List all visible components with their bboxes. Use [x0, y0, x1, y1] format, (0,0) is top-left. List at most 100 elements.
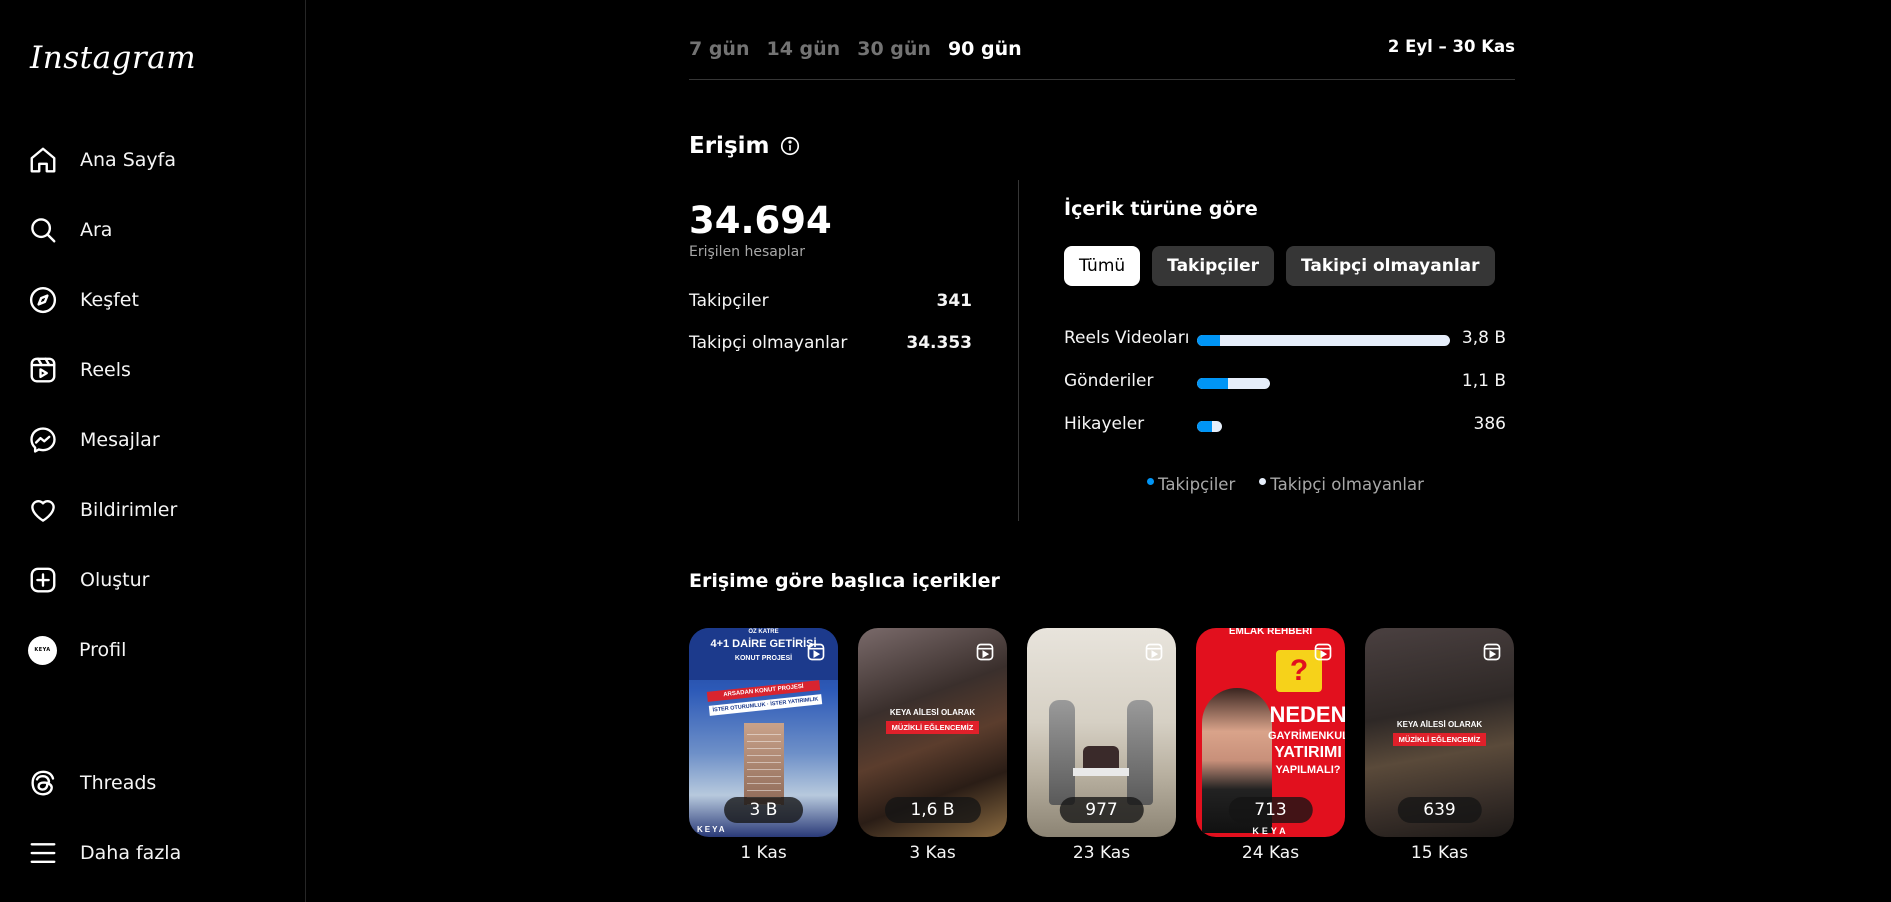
nav-create-label: Oluştur — [80, 569, 150, 591]
reach-count: 977 — [1059, 797, 1144, 823]
bar-track — [1197, 378, 1270, 389]
top-content-list: ÖZ KATRE 4+1 DAİRE GETİRİŞİ KONUT PROJES… — [689, 628, 1514, 863]
nav-notifications[interactable]: Bildirimler — [28, 490, 177, 530]
bar-fill-followers — [1197, 335, 1220, 346]
bar-track — [1197, 335, 1450, 346]
thumbnail-text: GAYRİMENKUL — [1268, 730, 1345, 742]
messenger-icon — [30, 427, 56, 453]
content-thumbnail[interactable]: 977 — [1027, 628, 1176, 837]
compass-icon — [29, 286, 57, 314]
nav-reels-label: Reels — [80, 359, 131, 381]
stat-label: Takipçiler — [689, 291, 769, 311]
instagram-logo[interactable]: Instagram — [30, 40, 196, 76]
reels-icon — [1483, 643, 1501, 661]
reach-section-title: Erişim — [689, 133, 801, 159]
avatar: KEYA — [28, 635, 57, 665]
content-card: KEYA AİLESİ OLARAK MÜZİKLİ EĞLENCEMİZ 1,… — [858, 628, 1007, 863]
thumbnail-text: YATIRIMI — [1274, 744, 1342, 761]
reach-count: 713 — [1228, 797, 1313, 823]
info-icon[interactable] — [779, 135, 801, 157]
thumbnail-text: EMLAK REHBERİ — [1228, 628, 1313, 637]
content-date: 1 Kas — [740, 843, 787, 863]
nav-search-label: Ara — [80, 219, 113, 241]
legend-dot — [1147, 478, 1154, 485]
nav-more[interactable]: Daha fazla — [28, 833, 181, 873]
reach-title: Erişim — [689, 133, 770, 159]
reach-count: 3 B — [723, 797, 804, 823]
thumbnail-text: KEYA AİLESİ OLARAK — [889, 708, 976, 717]
bar-value: 3,8 B — [1461, 328, 1506, 348]
vertical-divider — [1018, 180, 1019, 521]
stat-row-followers: Takipçiler 341 — [689, 291, 972, 311]
tab-14-days[interactable]: 14 gün — [767, 38, 841, 60]
reach-count: 1,6 B — [884, 797, 981, 823]
thumbnail-text: KEYA — [1252, 826, 1289, 836]
content-card: ÖZ KATRE 4+1 DAİRE GETİRİŞİ KONUT PROJES… — [689, 628, 838, 863]
content-card: KEYA AİLESİ OLARAK MÜZİKLİ EĞLENCEMİZ 63… — [1365, 628, 1514, 863]
bar-label: Gönderiler — [1064, 371, 1154, 391]
legend-label: Takipçiler — [1158, 475, 1236, 494]
content-date: 24 Kas — [1241, 843, 1300, 863]
home-icon — [30, 147, 56, 173]
nav-profile-label: Profil — [79, 639, 127, 661]
content-type-bar-row: Gönderiler 1,1 B — [1064, 371, 1510, 395]
thumbnail-text: YAPILMALI? — [1275, 764, 1341, 776]
nav-notifications-label: Bildirimler — [80, 499, 178, 521]
nav-explore-label: Keşfet — [80, 289, 139, 311]
nav-threads[interactable]: Threads — [28, 763, 156, 803]
stat-value: 34.353 — [906, 333, 972, 353]
reels-icon — [1145, 643, 1163, 661]
content-date: 23 Kas — [1072, 843, 1131, 863]
reels-icon — [807, 643, 825, 661]
nav-search[interactable]: Ara — [28, 210, 112, 250]
filter-non-followers[interactable]: Takipçi olmayanlar — [1286, 246, 1495, 286]
thumbnail-text: MÜZİKLİ EĞLENCEMİZ — [886, 721, 979, 734]
content-thumbnail[interactable]: KEYA AİLESİ OLARAK MÜZİKLİ EĞLENCEMİZ 63… — [1365, 628, 1514, 837]
nav-reels[interactable]: Reels — [28, 350, 131, 390]
audience-filter: Tümü Takipçiler Takipçi olmayanlar — [1064, 246, 1495, 286]
divider — [689, 79, 1515, 80]
tab-7-days[interactable]: 7 gün — [689, 38, 750, 60]
nav-home[interactable]: Ana Sayfa — [28, 140, 176, 180]
sidebar: Instagram Ana Sayfa Ara Keşfet Reels Mes… — [0, 0, 306, 902]
bar-fill-followers — [1197, 421, 1212, 432]
bar-label: Hikayeler — [1064, 414, 1145, 434]
reach-total-label: Erişilen hesaplar — [689, 244, 805, 260]
bar-label: Reels Videoları — [1064, 328, 1190, 348]
filter-followers[interactable]: Takipçiler — [1152, 246, 1274, 286]
tab-90-days[interactable]: 90 gün — [948, 38, 1022, 60]
content-type-title: İçerik türüne göre — [1064, 198, 1258, 220]
date-range-label: 2 Eyl – 30 Kas — [1387, 37, 1515, 56]
thumbnail-text: NEDEN — [1269, 702, 1345, 727]
bar-value: 386 — [1473, 414, 1506, 434]
nav-explore[interactable]: Keşfet — [28, 280, 139, 320]
nav-messages[interactable]: Mesajlar — [28, 420, 160, 460]
content-thumbnail[interactable]: EMLAK REHBERİ ? NEDEN GAYRİMENKUL YATIRI… — [1196, 628, 1345, 837]
plus-square-icon — [30, 567, 56, 593]
nav-more-label: Daha fazla — [80, 842, 182, 864]
nav-profile[interactable]: KEYA Profil — [28, 630, 126, 670]
top-content-title: Erişime göre başlıca içerikler — [689, 570, 1000, 592]
legend-label: Takipçi olmayanlar — [1270, 475, 1424, 494]
thumbnail-text: ÖZ KATRE — [748, 629, 779, 635]
content-date: 3 Kas — [909, 843, 956, 863]
date-range-tabs: 7 gün 14 gün 30 gün 90 gün — [689, 38, 1022, 60]
heart-icon — [31, 500, 55, 522]
reels-icon — [976, 643, 994, 661]
tab-30-days[interactable]: 30 gün — [857, 38, 931, 60]
content-type-bar-row: Reels Videoları 3,8 B — [1064, 328, 1510, 352]
nav-create[interactable]: Oluştur — [28, 560, 149, 600]
content-thumbnail[interactable]: KEYA AİLESİ OLARAK MÜZİKLİ EĞLENCEMİZ 1,… — [858, 628, 1007, 837]
reach-count: 639 — [1397, 797, 1482, 823]
content-type-bar-row: Hikayeler 386 — [1064, 414, 1510, 438]
legend-item-non-followers: Takipçi olmayanlar — [1259, 475, 1424, 494]
filter-all[interactable]: Tümü — [1064, 246, 1141, 286]
content-thumbnail[interactable]: ÖZ KATRE 4+1 DAİRE GETİRİŞİ KONUT PROJES… — [689, 628, 838, 837]
content-card: EMLAK REHBERİ ? NEDEN GAYRİMENKUL YATIRI… — [1196, 628, 1345, 863]
content-date: 15 Kas — [1410, 843, 1469, 863]
legend-dot — [1259, 478, 1267, 485]
thumbnail-text: KEYA — [697, 825, 727, 834]
nav-home-label: Ana Sayfa — [80, 149, 177, 171]
reach-total: 34.694 — [689, 199, 832, 242]
bar-value: 1,1 B — [1461, 371, 1506, 391]
